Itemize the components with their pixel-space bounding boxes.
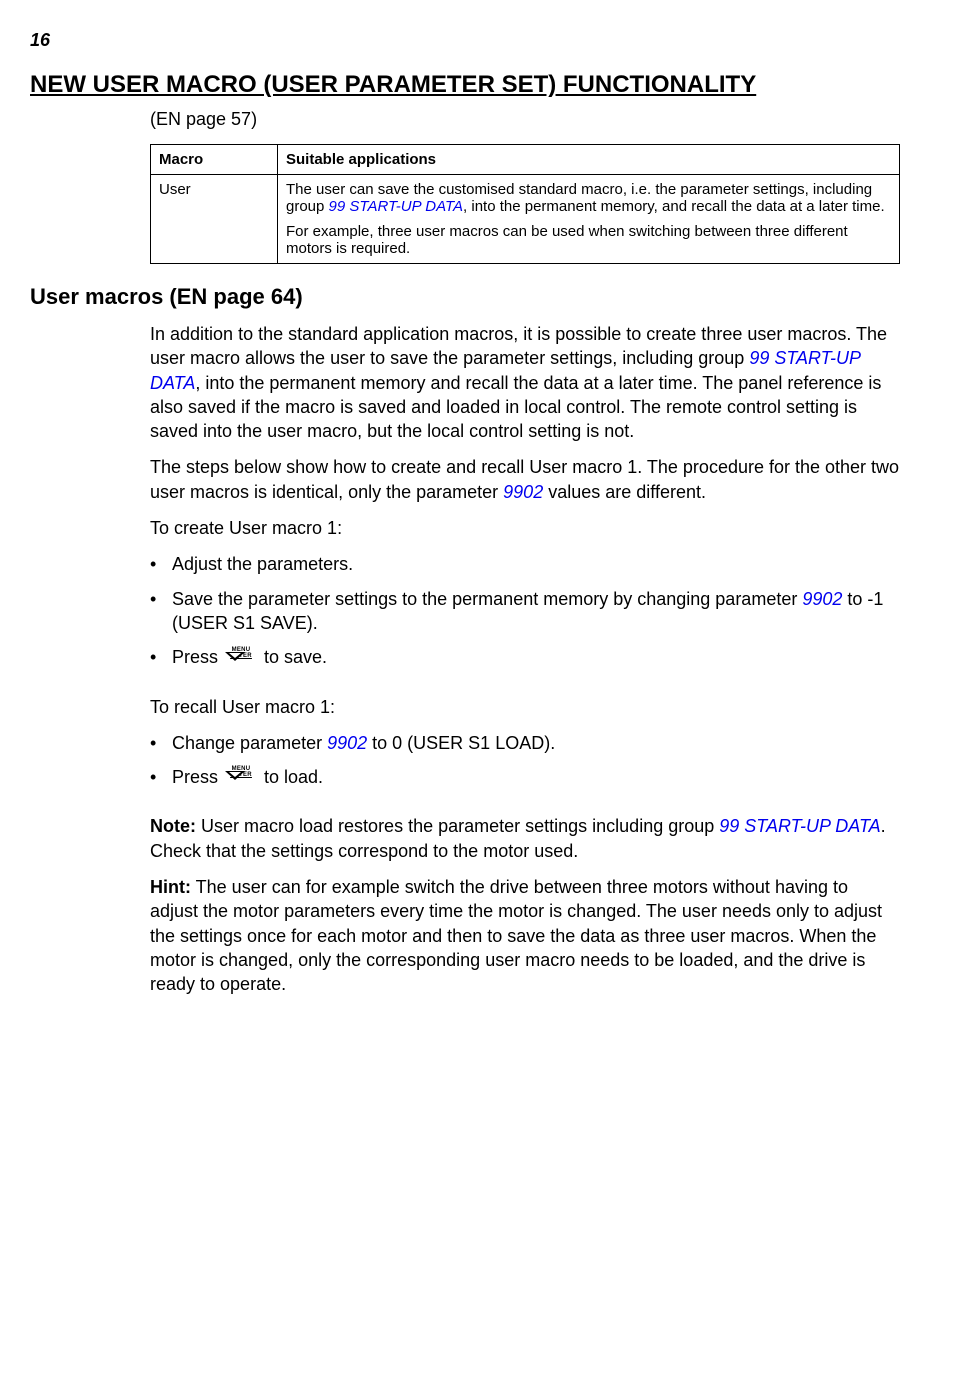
hint-label: Hint: bbox=[150, 877, 191, 897]
hint-paragraph: Hint: The user can for example switch th… bbox=[150, 875, 900, 996]
text-fragment: Change parameter bbox=[172, 733, 327, 753]
note-label: Note: bbox=[150, 816, 196, 836]
bullet-list: Adjust the parameters. Save the paramete… bbox=[150, 552, 900, 670]
text-fragment: to 0 (USER S1 LOAD). bbox=[367, 733, 555, 753]
list-item: Press MENUENTER to save. bbox=[150, 645, 900, 670]
parameter-group-link[interactable]: 99 START-UP DATA bbox=[719, 816, 880, 836]
note-paragraph: Note: User macro load restores the param… bbox=[150, 814, 900, 863]
table-row: User The user can save the customised st… bbox=[151, 175, 900, 264]
text-fragment: The user can for example switch the driv… bbox=[150, 877, 882, 994]
text-fragment: values are different. bbox=[543, 482, 706, 502]
section-heading: User macros (EN page 64) bbox=[30, 284, 900, 310]
text-fragment: , into the permanent memory and recall t… bbox=[150, 373, 881, 442]
page-reference: (EN page 57) bbox=[150, 109, 900, 130]
paragraph: To recall User macro 1: bbox=[150, 695, 900, 719]
main-heading: NEW USER MACRO (USER PARAMETER SET) FUNC… bbox=[30, 71, 900, 99]
table-cell-macro-name: User bbox=[151, 175, 278, 264]
parameter-group-link[interactable]: 99 START-UP DATA bbox=[329, 198, 463, 215]
text-fragment: , into the permanent memory, and recall … bbox=[463, 198, 885, 215]
list-item: Adjust the parameters. bbox=[150, 552, 900, 576]
table-header-macro: Macro bbox=[151, 145, 278, 175]
menu-enter-key-icon: MENUENTER bbox=[225, 647, 257, 671]
text-fragment: Save the parameter settings to the perma… bbox=[172, 589, 802, 609]
paragraph: In addition to the standard application … bbox=[150, 322, 900, 443]
parameter-link[interactable]: 9902 bbox=[327, 733, 367, 753]
parameter-link[interactable]: 9902 bbox=[802, 589, 842, 609]
text-fragment: to save. bbox=[259, 647, 327, 667]
text-fragment: User macro load restores the parameter s… bbox=[196, 816, 719, 836]
page-number: 16 bbox=[30, 30, 900, 51]
macro-table: Macro Suitable applications User The use… bbox=[150, 144, 900, 264]
text-fragment: For example, three user macros can be us… bbox=[286, 223, 891, 257]
table-cell-description: The user can save the customised standar… bbox=[278, 175, 900, 264]
menu-enter-key-icon: MENUENTER bbox=[225, 766, 257, 790]
list-item: Change parameter 9902 to 0 (USER S1 LOAD… bbox=[150, 731, 900, 755]
table-header-applications: Suitable applications bbox=[278, 145, 900, 175]
text-fragment: to load. bbox=[259, 767, 323, 787]
text-fragment: Press bbox=[172, 767, 223, 787]
document-page: 16 NEW USER MACRO (USER PARAMETER SET) F… bbox=[0, 0, 960, 1068]
bullet-list: Change parameter 9902 to 0 (USER S1 LOAD… bbox=[150, 731, 900, 791]
list-item: Save the parameter settings to the perma… bbox=[150, 587, 900, 636]
list-item: Press MENUENTER to load. bbox=[150, 765, 900, 790]
table-header-row: Macro Suitable applications bbox=[151, 145, 900, 175]
paragraph: The steps below show how to create and r… bbox=[150, 455, 900, 504]
parameter-link[interactable]: 9902 bbox=[503, 482, 543, 502]
text-fragment: Press bbox=[172, 647, 223, 667]
paragraph: To create User macro 1: bbox=[150, 516, 900, 540]
